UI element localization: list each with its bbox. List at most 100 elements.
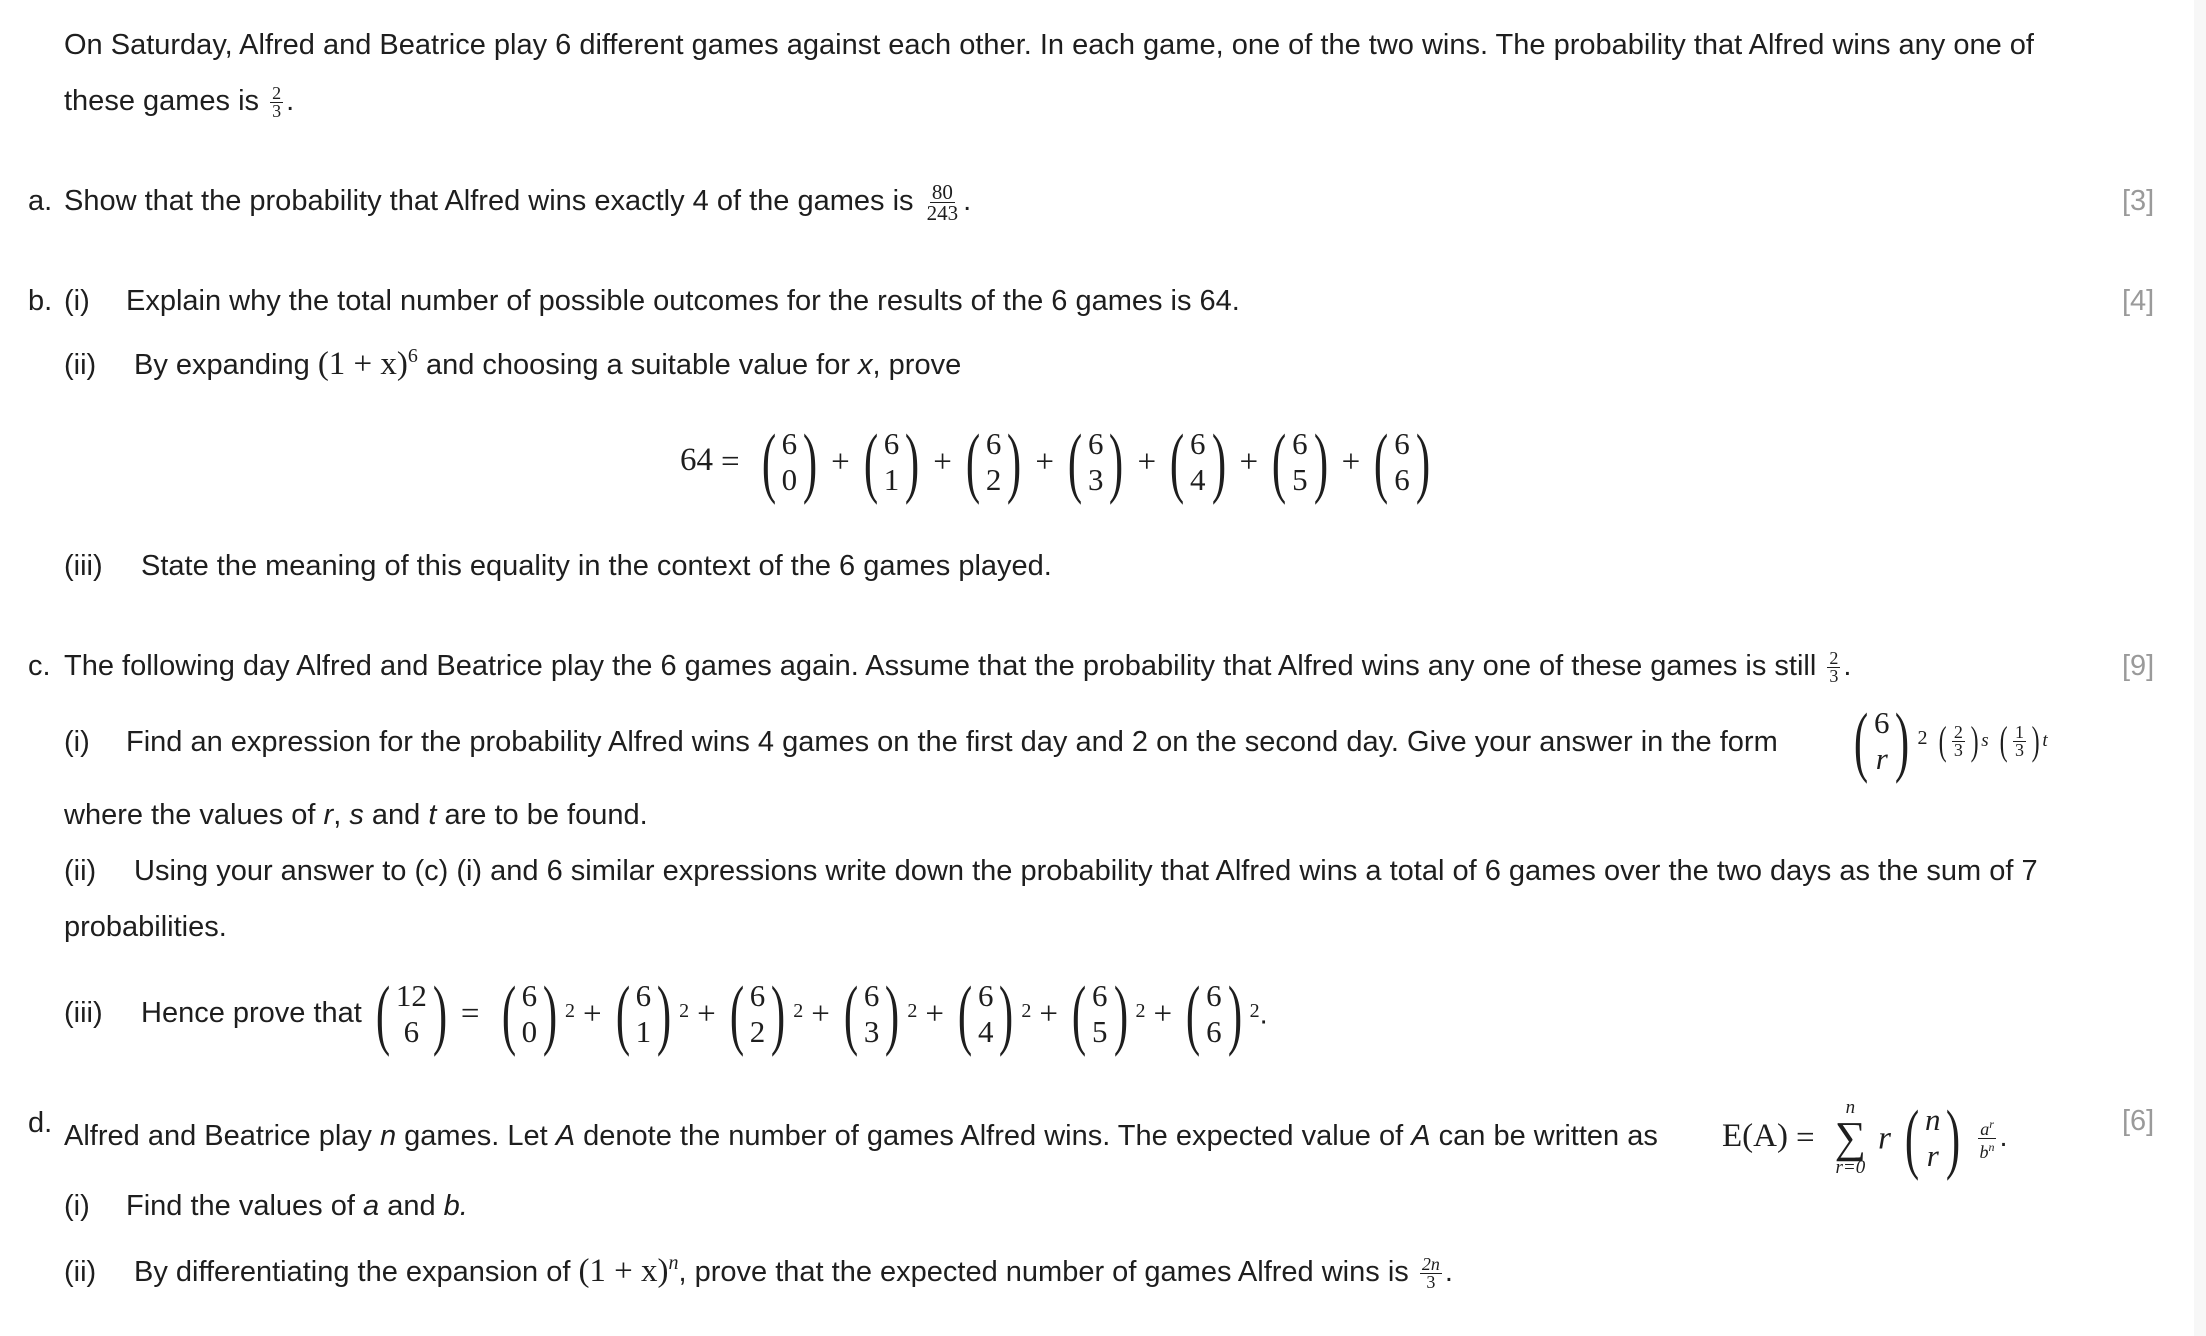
part-c-iii: (iii) Hence prove that ( 12 6 ) = (6 0) 2 +(6… bbox=[64, 963, 1268, 1064]
right-paren: ) bbox=[1415, 418, 1430, 506]
part-c-ii-continuation: probabilities. bbox=[64, 907, 227, 947]
part-b-label: b. bbox=[28, 285, 53, 317]
left-paren: ( bbox=[615, 970, 630, 1058]
binom-top: n bbox=[1924, 1102, 1941, 1138]
right-paren: ) bbox=[1211, 418, 1226, 506]
fraction-denominator: 243 bbox=[926, 200, 959, 225]
right-paren: ) bbox=[1946, 1094, 1961, 1182]
base-a: a bbox=[1980, 1118, 1990, 1139]
exponent: s bbox=[1981, 730, 1989, 752]
binomial-12-6: ( 12 6 ) bbox=[370, 975, 453, 1053]
left-paren: ( bbox=[761, 418, 776, 506]
left-paren: ( bbox=[1904, 1094, 1920, 1182]
part-b-ii-text: and choosing a suitable value for bbox=[425, 349, 850, 381]
binom-stack: 60 bbox=[522, 978, 538, 1050]
binom-bottom: 4 bbox=[1190, 462, 1206, 498]
part-d-label: d. bbox=[28, 1107, 53, 1139]
part-b-iii-label: (iii) bbox=[64, 550, 103, 582]
binomial-term: (6 1) bbox=[858, 423, 925, 501]
binom-stack: 60 bbox=[782, 426, 798, 498]
binomial-6-r: ( 6r ) 2 bbox=[1848, 694, 1928, 788]
left-paren: ( bbox=[843, 970, 858, 1058]
right-paren: ) bbox=[885, 970, 900, 1058]
binom-bottom: 4 bbox=[977, 1014, 994, 1050]
binom-top: 6 bbox=[521, 978, 538, 1014]
text: , prove that the expected number of game… bbox=[678, 1256, 1409, 1288]
part-b-ii-label: (ii) bbox=[64, 349, 97, 381]
fraction-denominator: 3 bbox=[2014, 739, 2024, 760]
exponent: 2 bbox=[679, 1000, 690, 1023]
binom-bottom: r bbox=[1926, 1138, 1939, 1174]
text: where the values of bbox=[64, 799, 316, 831]
binom-bottom: 0 bbox=[521, 1014, 538, 1050]
binomial-term: (6 4) bbox=[1164, 423, 1231, 501]
fraction-denominator: 3 bbox=[272, 100, 282, 121]
variable-n: n bbox=[379, 1120, 397, 1152]
text: are to be found. bbox=[444, 799, 648, 831]
plus-sign: + bbox=[1341, 444, 1361, 481]
period: . bbox=[286, 85, 295, 117]
exponent: 2 bbox=[793, 1000, 804, 1023]
math-expression: (1 + x)6 bbox=[318, 345, 418, 382]
right-paren: ) bbox=[999, 970, 1014, 1058]
binomial-n-r: ( nr ) bbox=[1899, 1099, 1966, 1177]
binom-stack: 65 bbox=[1092, 978, 1108, 1050]
part-b-ii-suffix: , prove bbox=[872, 349, 962, 381]
binomial-term: (6 2) 2 bbox=[724, 967, 804, 1061]
exponent: 2 bbox=[565, 1000, 576, 1023]
fraction-80-243: 80 243 bbox=[925, 179, 961, 225]
variable-r: r bbox=[323, 799, 334, 831]
equals-sign: = bbox=[1795, 1120, 1815, 1157]
part-b-ii-prefix: By expanding bbox=[134, 349, 310, 381]
binom-top: 6 bbox=[1394, 426, 1410, 462]
base-b: b bbox=[1979, 1141, 1989, 1162]
part-c-text: The following day Alfred and Beatrice pl… bbox=[64, 650, 1817, 682]
left-paren: ( bbox=[1999, 718, 2008, 764]
binom-top: 6 bbox=[985, 426, 1002, 462]
intro-line-2: these games is 2 3 . bbox=[64, 81, 294, 121]
part-c-marks: [9] bbox=[2122, 650, 2155, 682]
plus-sign: + bbox=[1137, 444, 1157, 481]
left-paren: ( bbox=[1272, 418, 1287, 506]
binom-bottom: 0 bbox=[781, 462, 798, 498]
left-paren: ( bbox=[957, 970, 973, 1058]
binom-top: 6 bbox=[1190, 426, 1206, 462]
part-c-ii-label: (ii) bbox=[64, 855, 97, 887]
equation-lhs: 64 bbox=[680, 442, 713, 478]
variable-r: r bbox=[1878, 1120, 1891, 1157]
equals-sign: = bbox=[721, 444, 740, 481]
exponent: 2 bbox=[1021, 1000, 1032, 1023]
binom-bottom: 5 bbox=[1292, 462, 1308, 498]
left-paren: ( bbox=[863, 418, 878, 506]
comma: , bbox=[333, 799, 342, 831]
exponent: 2 bbox=[1917, 727, 1928, 750]
part-d-ii: (ii) By differentiating the expansion of … bbox=[64, 1243, 1453, 1292]
binom-top: 6 bbox=[1873, 705, 1890, 741]
binom-bottom: 3 bbox=[863, 1014, 880, 1050]
text: can be written as bbox=[1438, 1120, 1658, 1152]
fraction: 13 bbox=[2012, 723, 2026, 760]
plus-sign: + bbox=[925, 996, 944, 1033]
expected-value-formula: E(A) = n ∑ r=0 r ( nr ) ar bn . bbox=[1722, 1086, 2008, 1188]
part-c-iii-text: Hence prove that bbox=[141, 997, 362, 1029]
binom-stack: 62 bbox=[986, 426, 1002, 498]
text: denote the number of games Alfred wins. … bbox=[583, 1120, 1404, 1152]
binom-stack: 64 bbox=[978, 978, 994, 1050]
right-paren: ) bbox=[432, 970, 448, 1058]
part-b-marks: [4] bbox=[2122, 285, 2155, 317]
part-c-iii-label: (iii) bbox=[64, 997, 103, 1029]
left-paren: ( bbox=[965, 418, 981, 506]
binom-stack: 62 bbox=[750, 978, 766, 1050]
part-a-text: Show that the probability that Alfred wi… bbox=[64, 185, 914, 217]
left-paren: ( bbox=[1374, 418, 1389, 506]
left-paren: ( bbox=[729, 970, 744, 1058]
left-paren: ( bbox=[501, 970, 516, 1058]
scrollbar[interactable] bbox=[2194, 0, 2206, 1336]
plus-sign: + bbox=[1239, 444, 1259, 481]
fraction-numerator: 80 bbox=[929, 179, 955, 204]
binom-bottom: r bbox=[1875, 741, 1888, 777]
period: . bbox=[459, 1190, 468, 1222]
text: probabilities. bbox=[64, 911, 227, 943]
binom-stack: 61 bbox=[636, 978, 652, 1050]
binom-top: 6 bbox=[863, 978, 880, 1014]
